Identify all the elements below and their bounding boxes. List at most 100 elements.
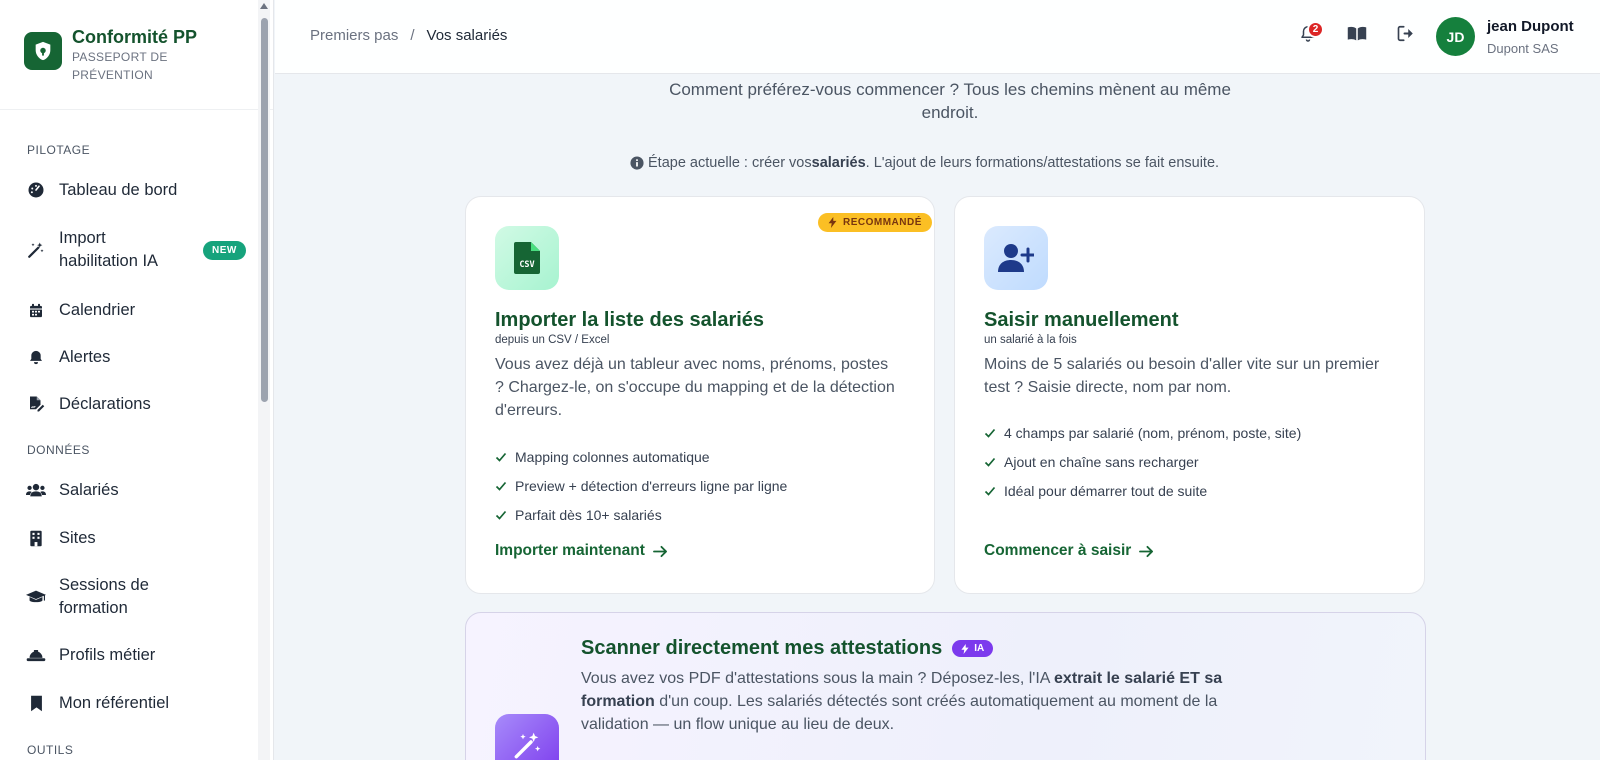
step-note-prefix: Étape actuelle : créer vos (648, 155, 812, 171)
feature-text: Idéal pour démarrer tout de suite (1004, 482, 1208, 499)
cta-label: Importer maintenant (495, 542, 645, 559)
feature-list: Mapping colonnes automatique Preview + d… (495, 442, 787, 529)
avatar[interactable]: JD (1436, 17, 1475, 56)
list-item: Parfait dès 10+ salariés (495, 500, 787, 529)
svg-text:CSV: CSV (519, 260, 534, 270)
scan-desc-part: Vous avez vos PDF d'attestations sous la… (581, 670, 1055, 687)
check-icon (495, 452, 507, 462)
gauge-icon (26, 180, 46, 200)
sidebar-scrollbar[interactable] (258, 0, 270, 760)
start-entry-link[interactable]: Commencer à saisir (984, 542, 1154, 560)
list-item: 4 champs par salarié (nom, prénom, poste… (984, 418, 1301, 447)
recommended-badge: RECOMMANDÉ (818, 213, 932, 232)
sidebar-item-import-habilitation[interactable]: Import habilitation IA NEW (0, 226, 260, 274)
sidebar-item-employees[interactable]: Salariés (0, 478, 260, 502)
check-icon (984, 486, 996, 496)
sidebar-item-label: Sessions de formation (59, 576, 149, 617)
book-open-icon (1347, 25, 1367, 47)
users-icon (26, 480, 46, 500)
graduation-cap-icon (26, 587, 46, 607)
bolt-icon (828, 217, 837, 228)
sidebar-item-label: Profils métier (59, 645, 156, 664)
bookmark-icon (26, 693, 46, 713)
magic-wand-icon (495, 714, 559, 760)
nav-section-outils: OUTILS (27, 743, 74, 757)
ia-badge: IA (952, 640, 994, 657)
breadcrumb-item-current: Vos salariés (426, 27, 508, 44)
arrow-right-icon (652, 545, 667, 557)
scan-title: Scanner directement mes attestations IA (581, 637, 994, 660)
card-title: Importer la liste des salariés (495, 309, 765, 331)
brand[interactable]: Conformité PP PASSEPORT DE PRÉVENTION (0, 0, 273, 110)
scan-attestations-card[interactable]: Scanner directement mes attestations IA … (465, 612, 1426, 760)
user-company: Dupont SAS (1487, 41, 1559, 56)
scroll-up-icon[interactable] (260, 3, 268, 9)
notification-count-badge: 2 (1307, 21, 1324, 38)
list-item: Idéal pour démarrer tout de suite (984, 476, 1301, 505)
sidebar-item-my-referential[interactable]: Mon référentiel (0, 691, 260, 715)
sidebar-item-label: Alertes (59, 347, 111, 366)
sidebar-item-job-profiles[interactable]: Profils métier (0, 643, 260, 667)
nav-section-pilotage: PILOTAGE (27, 143, 91, 157)
card-description: Moins de 5 salariés ou besoin d'aller vi… (984, 356, 1380, 396)
sidebar-item-label: Déclarations (59, 394, 151, 413)
bell-icon (26, 347, 46, 367)
sidebar-item-declarations[interactable]: Déclarations (0, 392, 260, 416)
magic-wand-icon (26, 240, 46, 260)
feature-list: 4 champs par salarié (nom, prénom, poste… (984, 418, 1301, 505)
step-note-suffix: . L'ajout de leurs formations/attestatio… (865, 155, 1220, 171)
feature-text: Parfait dès 10+ salariés (515, 506, 662, 523)
intro-text: Comment préférez-vous commencer ? Tous l… (669, 80, 1231, 122)
card-description: Vous avez déjà un tableur avec noms, pré… (495, 356, 895, 419)
check-icon (495, 510, 507, 520)
feature-text: 4 champs par salarié (nom, prénom, poste… (1004, 424, 1302, 441)
new-badge: NEW (203, 240, 246, 260)
sidebar-item-label: Tableau de bord (59, 180, 178, 199)
card-subtitle: depuis un CSV / Excel (495, 334, 610, 346)
check-icon (984, 457, 996, 467)
documentation-button[interactable] (1345, 24, 1369, 48)
cta-label: Commencer à saisir (984, 542, 1132, 559)
scrollbar-thumb[interactable] (261, 18, 268, 402)
card-title: Saisir manuellement (984, 309, 1179, 331)
feature-text: Mapping colonnes automatique (515, 448, 710, 465)
building-icon (26, 528, 46, 548)
breadcrumb: Premiers pas / Vos salariés (310, 27, 507, 44)
scan-description: Vous avez vos PDF d'attestations sous la… (581, 667, 1231, 736)
sidebar-item-dashboard[interactable]: Tableau de bord (0, 178, 260, 202)
breadcrumb-separator: / (410, 27, 415, 44)
breadcrumb-item-premiers-pas[interactable]: Premiers pas (310, 27, 398, 44)
feature-text: Preview + détection d'erreurs ligne par … (515, 477, 788, 494)
manual-entry-card[interactable]: Saisir manuellement un salarié à la fois… (954, 196, 1425, 594)
nav-section-donnees: DONNÉES (27, 443, 90, 457)
sidebar-item-calendar[interactable]: Calendrier (0, 298, 260, 322)
sidebar-item-sites[interactable]: Sites (0, 526, 260, 550)
calendar-icon (26, 300, 46, 320)
hard-hat-icon (26, 645, 46, 665)
sidebar-item-label: Calendrier (59, 300, 136, 319)
arrow-right-icon (1139, 545, 1154, 557)
list-item: Preview + détection d'erreurs ligne par … (495, 471, 787, 500)
list-item: Ajout en chaîne sans recharger (984, 447, 1301, 476)
sidebar-item-label: Mon référentiel (59, 693, 170, 712)
file-signature-icon (26, 394, 46, 414)
check-icon (984, 428, 996, 438)
import-csv-card[interactable]: RECOMMANDÉ CSV Importer la liste des sal… (465, 196, 935, 594)
logout-button[interactable] (1394, 24, 1418, 48)
sidebar-item-training-sessions[interactable]: Sessions de formation (0, 573, 260, 621)
brand-title: Conformité PP (72, 27, 198, 47)
sidebar: Conformité PP PASSEPORT DE PRÉVENTION PI… (0, 0, 274, 760)
step-note-strong: salariés (811, 155, 866, 171)
info-circle-icon (630, 156, 644, 170)
csv-file-icon: CSV (495, 226, 559, 290)
recommended-label: RECOMMANDÉ (843, 217, 922, 228)
sign-out-icon (1397, 25, 1415, 47)
scan-title-text: Scanner directement mes attestations (581, 637, 943, 659)
user-plus-icon (984, 226, 1048, 290)
sidebar-item-label: Sites (59, 528, 96, 547)
check-icon (495, 481, 507, 491)
sidebar-item-alerts[interactable]: Alertes (0, 345, 260, 369)
bolt-icon (961, 643, 969, 654)
ia-badge-label: IA (974, 643, 985, 654)
import-now-link[interactable]: Importer maintenant (495, 542, 668, 560)
